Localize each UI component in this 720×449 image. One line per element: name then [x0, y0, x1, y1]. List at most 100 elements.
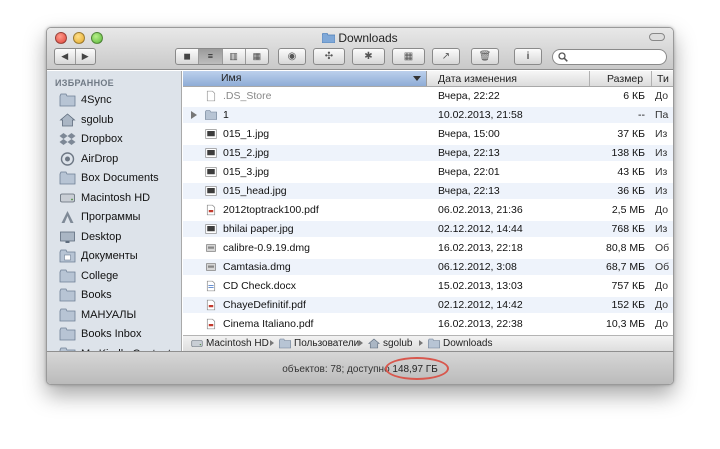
sidebar-item[interactable]: Macintosh HD	[59, 189, 150, 207]
file-row[interactable]: 015_head.jpg Вчера, 22:13 36 КБ Из	[183, 183, 673, 199]
status-bar: объектов: 78; доступно 148,97 ГБ	[47, 351, 673, 384]
path-item[interactable]: sgolub	[368, 336, 412, 351]
annotation-oval	[385, 357, 449, 380]
file-row[interactable]: calibre-0.9.19.dmg 16.02.2013, 22:18 80,8 …	[183, 240, 673, 256]
sidebar-item[interactable]: Программы	[59, 208, 140, 226]
file-kind: До	[655, 204, 669, 216]
desktop-icon	[60, 231, 75, 243]
sidebar: ИЗБРАННОЕ 4Sync sgolub Dropbox AirDrop Box D…	[47, 71, 182, 361]
file-name: 015_2.jpg	[223, 147, 270, 159]
sidebar-item[interactable]: Desktop	[59, 228, 121, 246]
file-size: 2,5 МБ	[611, 204, 645, 216]
sidebar-item[interactable]: Box Documents	[59, 169, 159, 187]
view-list-button[interactable]: ≡	[199, 49, 223, 64]
file-name: 1	[223, 109, 229, 121]
view-coverflow-button[interactable]: ▦	[246, 49, 268, 64]
back-button[interactable]: ◀	[55, 49, 76, 64]
file-icon	[205, 109, 217, 121]
file-name: Cinema Italiano.pdf	[223, 318, 314, 330]
sidebar-item[interactable]: МАНУАЛЫ	[59, 306, 136, 324]
column-header-name[interactable]: Имя	[183, 71, 427, 86]
info-button[interactable]: i	[514, 48, 542, 65]
file-kind: Па	[655, 109, 669, 121]
sidebar-item-icon	[59, 269, 76, 283]
file-size: 768 КБ	[611, 223, 645, 235]
file-name: ChayeDefinitif.pdf	[223, 299, 306, 311]
forward-button[interactable]: ▶	[76, 49, 96, 64]
column-divider	[589, 71, 590, 86]
file-row[interactable]: CD Check.docx 15.02.2013, 13:03 757 КБ До	[183, 278, 673, 294]
column-header-size[interactable]: Размер	[607, 72, 643, 86]
sidebar-item[interactable]: Books Inbox	[59, 325, 142, 343]
file-row[interactable]: 015_2.jpg Вчера, 22:13 138 КБ Из	[183, 145, 673, 161]
column-name-label: Имя	[221, 72, 242, 84]
file-date: Вчера, 22:01	[438, 166, 500, 178]
path-item[interactable]: Downloads	[428, 336, 492, 351]
column-header-date[interactable]: Дата изменения	[438, 72, 517, 86]
file-name: bhilai paper.jpg	[223, 223, 294, 235]
column-divider	[651, 71, 652, 86]
folder-icon	[279, 338, 291, 349]
file-kind: Из	[655, 147, 668, 159]
file-row[interactable]: 015_1.jpg Вчера, 15:00 37 КБ Из	[183, 126, 673, 142]
sidebar-item[interactable]: Документы	[59, 247, 138, 265]
file-row[interactable]: ChayeDefinitif.pdf 02.12.2012, 14:42 152 К…	[183, 297, 673, 313]
file-row[interactable]: bhilai paper.jpg 02.12.2012, 14:44 768 КБ И…	[183, 221, 673, 237]
file-icon	[205, 299, 217, 311]
file-row[interactable]: 015_3.jpg Вчера, 22:01 43 КБ Из	[183, 164, 673, 180]
sidebar-item[interactable]: AirDrop	[59, 150, 118, 168]
sidebar-item-label: Dropbox	[81, 133, 123, 145]
sidebar-item-icon	[59, 308, 76, 322]
view-icons-button[interactable]: ◼	[176, 49, 200, 64]
file-row[interactable]: .DS_Store Вчера, 22:22 6 КБ До	[183, 88, 673, 104]
disk-image-icon	[206, 262, 216, 272]
file-kind: Из	[655, 166, 668, 178]
file-date: Вчера, 22:13	[438, 185, 500, 197]
file-kind: До	[655, 280, 669, 292]
quicklook-button[interactable]: ◉	[278, 48, 306, 65]
disclosure-triangle-icon[interactable]	[191, 111, 197, 119]
search-field[interactable]	[552, 49, 667, 65]
sidebar-item-label: Macintosh HD	[81, 191, 151, 204]
action-menu-button[interactable]: ✱	[352, 48, 385, 65]
sidebar-item-label: 4Sync	[81, 94, 112, 106]
sidebar-item-label: Box Documents	[81, 172, 159, 184]
file-icon	[205, 147, 217, 159]
sidebar-heading: ИЗБРАННОЕ	[55, 78, 114, 88]
sidebar-item-label: AirDrop	[81, 152, 119, 165]
sidebar-item[interactable]: 4Sync	[59, 91, 112, 109]
path-item[interactable]: Пользователи	[279, 336, 359, 351]
file-row[interactable]: 2012toptrack100.pdf 06.02.2013, 21:36 2,5 …	[183, 202, 673, 218]
sidebar-item-icon	[59, 249, 76, 263]
file-size: 43 КБ	[617, 166, 645, 178]
file-row[interactable]: 1 10.02.2013, 21:58 -- Па	[183, 107, 673, 123]
view-columns-button[interactable]: ▥	[223, 49, 246, 64]
file-date: 16.02.2013, 22:18	[438, 242, 523, 254]
file-row[interactable]: Cinema Italiano.pdf 16.02.2013, 22:38 10,3…	[183, 316, 673, 332]
arrange-menu-button[interactable]: ▦	[392, 48, 425, 65]
sidebar-item[interactable]: sgolub	[59, 111, 113, 129]
delete-button[interactable]: 🗑	[471, 48, 499, 65]
sidebar-item[interactable]: Books	[59, 286, 112, 304]
sidebar-item-icon	[59, 288, 76, 302]
column-header-kind[interactable]: Ти	[657, 72, 669, 86]
file-row[interactable]: Camtasia.dmg 06.12.2012, 3:08 68,7 МБ Об	[183, 259, 673, 275]
share-button[interactable]: ↗	[432, 48, 460, 65]
sidebar-item[interactable]: Dropbox	[59, 130, 123, 148]
path-item-label: Macintosh HD	[206, 338, 269, 349]
dropbox-menu-button[interactable]: ✣	[313, 48, 345, 65]
image-icon	[205, 167, 217, 177]
file-size: 757 КБ	[611, 280, 645, 292]
folder-icon	[59, 308, 76, 321]
disk-icon	[60, 193, 75, 202]
sidebar-item[interactable]: College	[59, 267, 118, 285]
sidebar-item-icon	[59, 112, 76, 127]
file-date: 02.12.2012, 14:44	[438, 223, 523, 235]
file-size: 10,3 МБ	[606, 318, 645, 330]
file-kind: Из	[655, 223, 668, 235]
toolbar-toggle-button[interactable]	[649, 33, 665, 41]
image-icon	[205, 186, 217, 196]
path-item[interactable]: Macintosh HD	[191, 336, 269, 351]
sidebar-item-icon	[59, 93, 76, 107]
file-kind: До	[655, 299, 669, 311]
